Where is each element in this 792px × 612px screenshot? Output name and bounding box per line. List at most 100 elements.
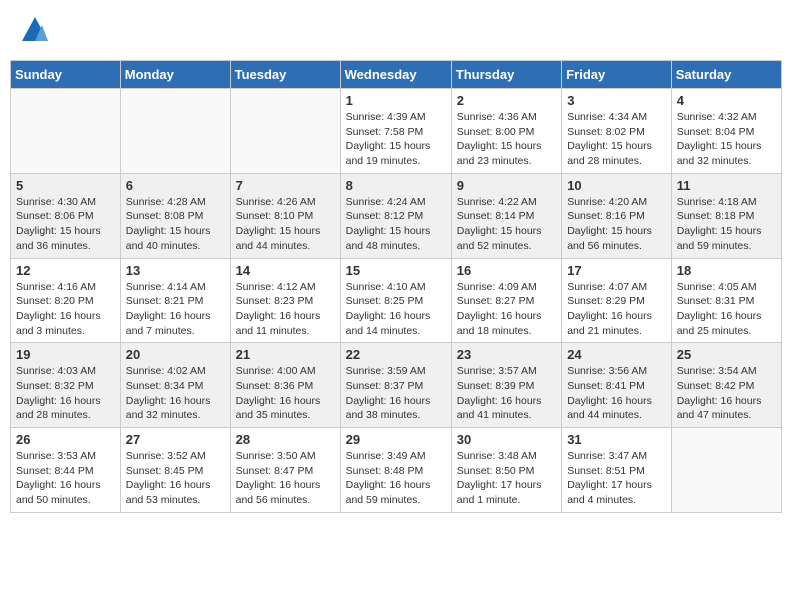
calendar-cell: 28 Sunrise: 3:50 AM Sunset: 8:47 PM Dayli… [230,428,340,513]
day-number: 17 [567,263,666,278]
calendar-cell: 6 Sunrise: 4:28 AM Sunset: 8:08 PM Daylig… [120,173,230,258]
day-number: 6 [126,178,225,193]
day-number: 29 [346,432,446,447]
calendar-week-row: 26 Sunrise: 3:53 AM Sunset: 8:44 PM Dayli… [11,428,782,513]
day-number: 4 [677,93,776,108]
weekday-header-thursday: Thursday [451,61,561,89]
day-number: 21 [236,347,335,362]
day-info: Sunrise: 4:24 AM Sunset: 8:12 PM Dayligh… [346,195,446,254]
day-number: 7 [236,178,335,193]
day-info: Sunrise: 4:18 AM Sunset: 8:18 PM Dayligh… [677,195,776,254]
day-number: 25 [677,347,776,362]
calendar-cell: 26 Sunrise: 3:53 AM Sunset: 8:44 PM Dayli… [11,428,121,513]
calendar-week-row: 12 Sunrise: 4:16 AM Sunset: 8:20 PM Dayli… [11,258,782,343]
day-info: Sunrise: 4:12 AM Sunset: 8:23 PM Dayligh… [236,280,335,339]
day-info: Sunrise: 4:26 AM Sunset: 8:10 PM Dayligh… [236,195,335,254]
day-info: Sunrise: 3:50 AM Sunset: 8:47 PM Dayligh… [236,449,335,508]
day-number: 20 [126,347,225,362]
day-number: 5 [16,178,115,193]
calendar-cell: 20Sunrise: 4:02 AM Sunset: 8:34 PM Dayli… [120,343,230,428]
day-number: 18 [677,263,776,278]
calendar-cell [120,89,230,174]
day-info: Sunrise: 3:47 AM Sunset: 8:51 PM Dayligh… [567,449,666,508]
calendar-cell: 16 Sunrise: 4:09 AM Sunset: 8:27 PM Dayli… [451,258,561,343]
day-info: Sunrise: 4:36 AM Sunset: 8:00 PM Dayligh… [457,110,556,169]
day-number: 19 [16,347,115,362]
weekday-header-row: SundayMondayTuesdayWednesdayThursdayFrid… [11,61,782,89]
calendar-cell: 18 Sunrise: 4:05 AM Sunset: 8:31 PM Dayli… [671,258,781,343]
day-number: 26 [16,432,115,447]
calendar-cell: 31Sunrise: 3:47 AM Sunset: 8:51 PM Dayli… [562,428,672,513]
day-info: Sunrise: 4:30 AM Sunset: 8:06 PM Dayligh… [16,195,115,254]
calendar-cell: 27Sunrise: 3:52 AM Sunset: 8:45 PM Dayli… [120,428,230,513]
weekday-header-sunday: Sunday [11,61,121,89]
calendar-cell: 9 Sunrise: 4:22 AM Sunset: 8:14 PM Daylig… [451,173,561,258]
day-info: Sunrise: 4:09 AM Sunset: 8:27 PM Dayligh… [457,280,556,339]
calendar-cell: 13 Sunrise: 4:14 AM Sunset: 8:21 PM Dayli… [120,258,230,343]
day-info: Sunrise: 4:14 AM Sunset: 8:21 PM Dayligh… [126,280,225,339]
page-header [10,10,782,50]
day-info: Sunrise: 4:32 AM Sunset: 8:04 PM Dayligh… [677,110,776,169]
day-number: 30 [457,432,556,447]
calendar-cell: 23 Sunrise: 3:57 AM Sunset: 8:39 PM Dayli… [451,343,561,428]
calendar-cell: 22 Sunrise: 3:59 AM Sunset: 8:37 PM Dayli… [340,343,451,428]
day-number: 10 [567,178,666,193]
day-info: Sunrise: 3:48 AM Sunset: 8:50 PM Dayligh… [457,449,556,508]
calendar-week-row: 19Sunrise: 4:03 AM Sunset: 8:32 PM Dayli… [11,343,782,428]
calendar-cell: 12 Sunrise: 4:16 AM Sunset: 8:20 PM Dayli… [11,258,121,343]
calendar-week-row: 1 Sunrise: 4:39 AM Sunset: 7:58 PM Daylig… [11,89,782,174]
day-info: Sunrise: 4:10 AM Sunset: 8:25 PM Dayligh… [346,280,446,339]
calendar-cell: 10 Sunrise: 4:20 AM Sunset: 8:16 PM Dayli… [562,173,672,258]
day-number: 16 [457,263,556,278]
day-info: Sunrise: 3:53 AM Sunset: 8:44 PM Dayligh… [16,449,115,508]
day-number: 28 [236,432,335,447]
day-info: Sunrise: 4:28 AM Sunset: 8:08 PM Dayligh… [126,195,225,254]
calendar-cell: 29 Sunrise: 3:49 AM Sunset: 8:48 PM Dayli… [340,428,451,513]
day-number: 24 [567,347,666,362]
day-info: Sunrise: 3:56 AM Sunset: 8:41 PM Dayligh… [567,364,666,423]
day-number: 8 [346,178,446,193]
weekday-header-wednesday: Wednesday [340,61,451,89]
calendar-cell: 15 Sunrise: 4:10 AM Sunset: 8:25 PM Dayli… [340,258,451,343]
day-info: Sunrise: 4:22 AM Sunset: 8:14 PM Dayligh… [457,195,556,254]
day-info: Sunrise: 4:39 AM Sunset: 7:58 PM Dayligh… [346,110,446,169]
calendar-cell [230,89,340,174]
day-number: 15 [346,263,446,278]
calendar-cell: 8 Sunrise: 4:24 AM Sunset: 8:12 PM Daylig… [340,173,451,258]
weekday-header-saturday: Saturday [671,61,781,89]
day-number: 12 [16,263,115,278]
day-number: 1 [346,93,446,108]
day-info: Sunrise: 4:05 AM Sunset: 8:31 PM Dayligh… [677,280,776,339]
calendar-cell: 17 Sunrise: 4:07 AM Sunset: 8:29 PM Dayli… [562,258,672,343]
calendar-cell [671,428,781,513]
day-info: Sunrise: 4:00 AM Sunset: 8:36 PM Dayligh… [236,364,335,423]
day-info: Sunrise: 4:34 AM Sunset: 8:02 PM Dayligh… [567,110,666,169]
calendar-cell: 7 Sunrise: 4:26 AM Sunset: 8:10 PM Daylig… [230,173,340,258]
day-info: Sunrise: 4:07 AM Sunset: 8:29 PM Dayligh… [567,280,666,339]
day-info: Sunrise: 3:54 AM Sunset: 8:42 PM Dayligh… [677,364,776,423]
calendar-cell: 14Sunrise: 4:12 AM Sunset: 8:23 PM Dayli… [230,258,340,343]
day-number: 22 [346,347,446,362]
calendar-cell: 4 Sunrise: 4:32 AM Sunset: 8:04 PM Daylig… [671,89,781,174]
day-info: Sunrise: 3:59 AM Sunset: 8:37 PM Dayligh… [346,364,446,423]
day-info: Sunrise: 4:16 AM Sunset: 8:20 PM Dayligh… [16,280,115,339]
calendar-cell: 2Sunrise: 4:36 AM Sunset: 8:00 PM Daylig… [451,89,561,174]
calendar-cell: 19Sunrise: 4:03 AM Sunset: 8:32 PM Dayli… [11,343,121,428]
logo-icon [20,15,50,45]
day-info: Sunrise: 4:20 AM Sunset: 8:16 PM Dayligh… [567,195,666,254]
calendar-cell: 3Sunrise: 4:34 AM Sunset: 8:02 PM Daylig… [562,89,672,174]
calendar-cell: 24 Sunrise: 3:56 AM Sunset: 8:41 PM Dayli… [562,343,672,428]
day-number: 11 [677,178,776,193]
calendar-week-row: 5 Sunrise: 4:30 AM Sunset: 8:06 PM Daylig… [11,173,782,258]
calendar-cell [11,89,121,174]
day-number: 23 [457,347,556,362]
calendar-table: SundayMondayTuesdayWednesdayThursdayFrid… [10,60,782,513]
day-number: 13 [126,263,225,278]
day-number: 9 [457,178,556,193]
day-info: Sunrise: 3:49 AM Sunset: 8:48 PM Dayligh… [346,449,446,508]
calendar-cell: 21 Sunrise: 4:00 AM Sunset: 8:36 PM Dayli… [230,343,340,428]
weekday-header-friday: Friday [562,61,672,89]
day-number: 27 [126,432,225,447]
weekday-header-monday: Monday [120,61,230,89]
day-info: Sunrise: 3:57 AM Sunset: 8:39 PM Dayligh… [457,364,556,423]
